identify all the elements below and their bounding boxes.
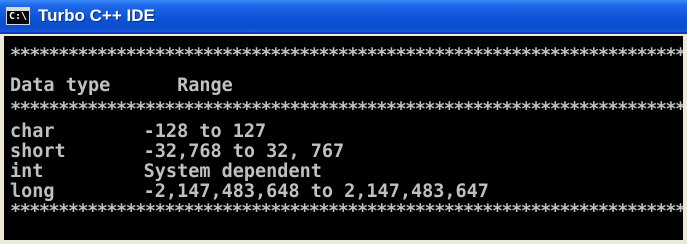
title-bar[interactable]: C:\ Turbo C++ IDE bbox=[0, 0, 687, 34]
output-row-int: int System dependent bbox=[10, 161, 322, 182]
console-output[interactable]: ****************************************… bbox=[4, 36, 683, 240]
header-line: Data type Range bbox=[10, 75, 233, 96]
console-icon[interactable]: C:\ bbox=[6, 7, 30, 25]
separator-line-top: ****************************************… bbox=[10, 45, 683, 66]
output-row-long: long -2,147,483,648 to 2,147,483,647 bbox=[10, 181, 489, 202]
console-window: C:\ Turbo C++ IDE **********************… bbox=[0, 0, 687, 244]
separator-line-middle: ****************************************… bbox=[10, 99, 683, 120]
window-title: Turbo C++ IDE bbox=[38, 6, 155, 25]
separator-line-bottom: ****************************************… bbox=[10, 201, 683, 222]
output-row-short: short -32,768 to 32, 767 bbox=[10, 141, 345, 162]
output-row-char: char -128 to 127 bbox=[10, 121, 267, 142]
console-icon-label: C:\ bbox=[8, 11, 28, 22]
